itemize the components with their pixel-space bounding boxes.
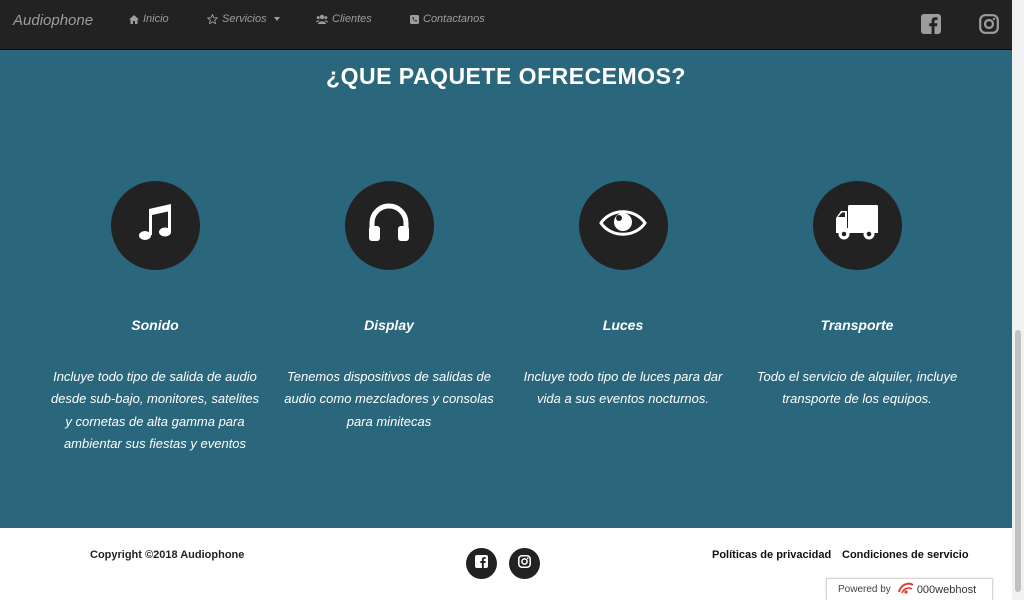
icon-circle — [578, 181, 668, 270]
webhost-logo: 000webhost — [897, 581, 976, 598]
home-icon — [129, 14, 139, 24]
card-title: Transporte — [820, 317, 894, 333]
eye-icon — [599, 208, 647, 243]
instagram-icon — [518, 554, 532, 573]
instagram-icon[interactable] — [979, 14, 999, 39]
footer-facebook-button[interactable] — [466, 548, 497, 579]
icon-circle — [110, 181, 200, 270]
scrollbar-thumb[interactable] — [1015, 330, 1021, 592]
powered-by-badge[interactable]: Powered by 000webhost — [826, 578, 993, 600]
terms-of-service-link[interactable]: Condiciones de servicio — [842, 549, 969, 561]
nav-item-contactanos[interactable]: Contactanos — [410, 13, 485, 25]
badge-prefix: Powered by — [838, 584, 891, 595]
nav-item-label: Servicios — [222, 13, 267, 25]
packages-section: ¿QUE PAQUETE OFRECEMOS? Sonido Incluye t… — [0, 50, 1012, 528]
copyright-text: Copyright ©2018 Audiophone — [90, 549, 245, 561]
card-description: Todo el servicio de alquiler, incluye tr… — [756, 369, 958, 407]
nav-item-servicios[interactable]: Servicios — [207, 13, 280, 25]
card-description: Incluye todo tipo de luces para dar vida… — [523, 369, 723, 407]
nav-item-label: Clientes — [332, 13, 372, 25]
star-icon — [207, 14, 218, 24]
nav-item-label: Contactanos — [423, 13, 485, 25]
card-description: Incluye todo tipo de salida de audio des… — [50, 369, 260, 452]
card-title: Sonido — [131, 317, 179, 333]
package-card-display: Display Tenemos dispositivos de salidas … — [272, 181, 506, 433]
nav-item-clientes[interactable]: Clientes — [316, 13, 372, 25]
headphones-icon — [367, 203, 411, 248]
badge-name: 000webhost — [916, 583, 977, 596]
users-icon — [316, 14, 328, 24]
scrollbar[interactable] — [1012, 0, 1024, 600]
facebook-icon — [475, 554, 488, 573]
package-card-luces: Luces Incluye todo tipo de luces para da… — [506, 181, 740, 411]
card-description: Tenemos dispositivos de salidas de audio… — [284, 369, 494, 429]
icon-circle — [812, 181, 902, 270]
music-icon — [135, 203, 175, 248]
package-card-sonido: Sonido Incluye todo tipo de salida de au… — [38, 181, 272, 456]
phone-icon — [410, 14, 419, 24]
nav-item-inicio[interactable]: Inicio — [129, 13, 169, 25]
icon-circle — [344, 181, 434, 270]
navbar: Audiophone Inicio Servicios Clientes Con… — [0, 0, 1012, 50]
card-title: Display — [364, 317, 414, 333]
footer-instagram-button[interactable] — [509, 548, 540, 579]
facebook-icon[interactable] — [921, 14, 941, 39]
package-card-transporte: Transporte Todo el servicio de alquiler,… — [740, 181, 974, 411]
truck-icon — [834, 204, 880, 247]
caret-down-icon — [273, 17, 280, 21]
card-title: Luces — [602, 317, 644, 333]
webhost-swirl-icon — [897, 581, 915, 598]
nav-item-label: Inicio — [143, 13, 169, 25]
section-title: ¿QUE PAQUETE OFRECEMOS? — [326, 63, 686, 89]
brand-link[interactable]: Audiophone — [13, 12, 93, 29]
privacy-policy-link[interactable]: Políticas de privacidad — [712, 549, 831, 561]
